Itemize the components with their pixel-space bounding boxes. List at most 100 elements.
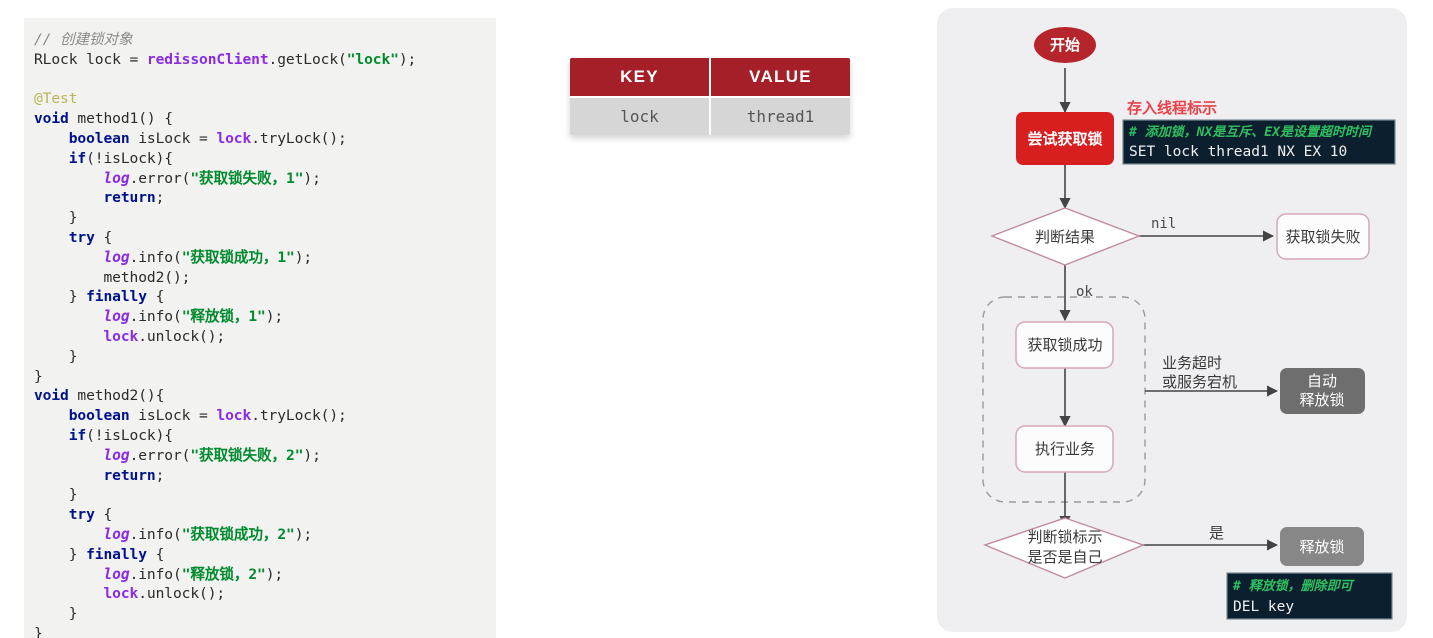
code-token: return <box>103 466 156 484</box>
node-acquire-fail-label: 获取锁失败 <box>1285 229 1360 246</box>
code-token: "释放锁，1" <box>181 308 266 326</box>
edge-label-timeout-line1: 业务超时 <box>1162 355 1222 372</box>
code-token: .error( <box>129 169 191 187</box>
code-token: isLock = <box>129 407 217 425</box>
code-token: } <box>34 347 78 365</box>
terminal-del-key: # 释放锁，删除即可 DEL key <box>1226 572 1393 620</box>
code-token: } <box>34 624 43 638</box>
code-token: .tryLock(); <box>251 129 347 147</box>
node-release-lock-label: 释放锁 <box>1299 539 1344 556</box>
code-token: log <box>103 248 130 266</box>
table-row: lock thread1 <box>570 96 850 135</box>
node-try-acquire-lock: 尝试获取锁 <box>1016 112 1114 165</box>
code-token: } <box>34 209 78 227</box>
flowchart-svg: 开始 尝试获取锁 判断结果 获取锁失败 获取锁成功 执行业务 自动 释放锁 判断… <box>982 27 1396 620</box>
code-token: lock <box>103 585 139 603</box>
code-token: try <box>68 228 95 246</box>
code-token: ); <box>294 248 313 266</box>
code-token: ; <box>155 189 165 207</box>
code-token: "获取锁成功，2" <box>181 525 295 543</box>
code-token: ); <box>303 169 321 187</box>
edge-label-ok: ok <box>1076 284 1093 300</box>
code-token: method2(){ <box>68 387 165 405</box>
node-acquire-fail: 获取锁失败 <box>1276 213 1370 260</box>
node-try-acquire-lock-label: 尝试获取锁 <box>1027 130 1102 148</box>
code-token: lock <box>103 327 139 345</box>
code-token: .tryLock(); <box>251 407 347 425</box>
cell-key: lock <box>570 96 711 135</box>
node-do-business-label: 执行业务 <box>1035 441 1095 458</box>
column-header-key: KEY <box>570 58 711 97</box>
code-token: { <box>94 228 113 246</box>
node-judge-lock-owner-line1: 判断锁标示 <box>1027 529 1102 546</box>
java-code-panel: // 创建锁对象 RLock lock = redissonClient.get… <box>24 18 496 638</box>
terminal-del-key-comment: # 释放锁，删除即可 <box>1232 578 1356 594</box>
node-auto-release-line1: 自动 <box>1307 373 1337 390</box>
code-token: .getLock( <box>268 50 347 68</box>
kv-table-element: KEY VALUE lock thread1 <box>570 58 850 135</box>
code-token: if <box>68 426 87 444</box>
code-token: ); <box>303 446 321 464</box>
code-token: (!isLock){ <box>86 149 173 167</box>
code-token: ; <box>155 466 165 484</box>
edge-label-nil: nil <box>1151 216 1176 232</box>
code-token: method2(); <box>34 268 191 286</box>
code-token: boolean <box>68 407 130 425</box>
node-start: 开始 <box>1034 27 1096 63</box>
code-token: lock <box>216 129 252 147</box>
code-token: "lock" <box>346 50 399 68</box>
code-token: } <box>34 605 78 623</box>
node-start-label: 开始 <box>1050 36 1080 54</box>
terminal-set-lock: # 添加锁，NX是互斥、EX是设置超时时间 SET lock thread1 N… <box>1122 119 1396 165</box>
code-token: log <box>103 169 130 187</box>
table-header-row: KEY VALUE <box>570 58 850 97</box>
code-token: // 创建锁对象 <box>34 31 133 48</box>
code-token: method1() { <box>68 110 173 128</box>
node-judge-lock-owner: 判断锁标示 是否是自己 <box>983 517 1145 579</box>
code-token: finally <box>86 288 147 306</box>
code-token: lock <box>216 407 252 425</box>
code-token: boolean <box>68 129 130 147</box>
code-token: } <box>34 288 87 306</box>
node-auto-release-line2: 释放锁 <box>1299 392 1344 409</box>
code-token: .info( <box>129 308 182 326</box>
code-token: .unlock(); <box>138 585 226 603</box>
annotation-store-thread-flag: 存入线程标示 <box>1127 99 1217 117</box>
code-token: .unlock(); <box>138 327 226 345</box>
code-block: // 创建锁对象 RLock lock = redissonClient.get… <box>34 30 496 638</box>
code-token: .info( <box>129 525 182 543</box>
distributed-lock-flowchart-panel: 开始 尝试获取锁 判断结果 获取锁失败 获取锁成功 执行业务 自动 释放锁 判断… <box>937 8 1407 632</box>
code-token: void <box>34 387 69 405</box>
terminal-set-lock-command: SET lock thread1 NX EX 10 <box>1129 144 1347 160</box>
code-token: { <box>146 288 165 306</box>
code-token: "获取锁失败，1" <box>190 169 304 187</box>
code-token: .info( <box>129 565 182 583</box>
code-token: } <box>34 367 43 385</box>
node-auto-release: 自动 释放锁 <box>1280 368 1365 414</box>
node-judge-lock-owner-line2: 是否是自己 <box>1027 549 1102 566</box>
cell-value: thread1 <box>710 96 850 135</box>
code-token: (!isLock){ <box>86 426 173 444</box>
node-judge-result-label: 判断结果 <box>1035 229 1095 246</box>
edge-label-yes: 是 <box>1209 525 1224 542</box>
code-token: .error( <box>129 446 191 464</box>
redis-key-value-table: KEY VALUE lock thread1 <box>570 58 850 135</box>
terminal-del-key-command: DEL key <box>1233 599 1294 615</box>
code-token: RLock lock = <box>34 50 147 68</box>
code-token: { <box>146 545 165 563</box>
code-token: ); <box>294 525 313 543</box>
edge-label-timeout-line2: 或服务宕机 <box>1162 374 1237 391</box>
code-token: redissonClient <box>146 50 269 68</box>
